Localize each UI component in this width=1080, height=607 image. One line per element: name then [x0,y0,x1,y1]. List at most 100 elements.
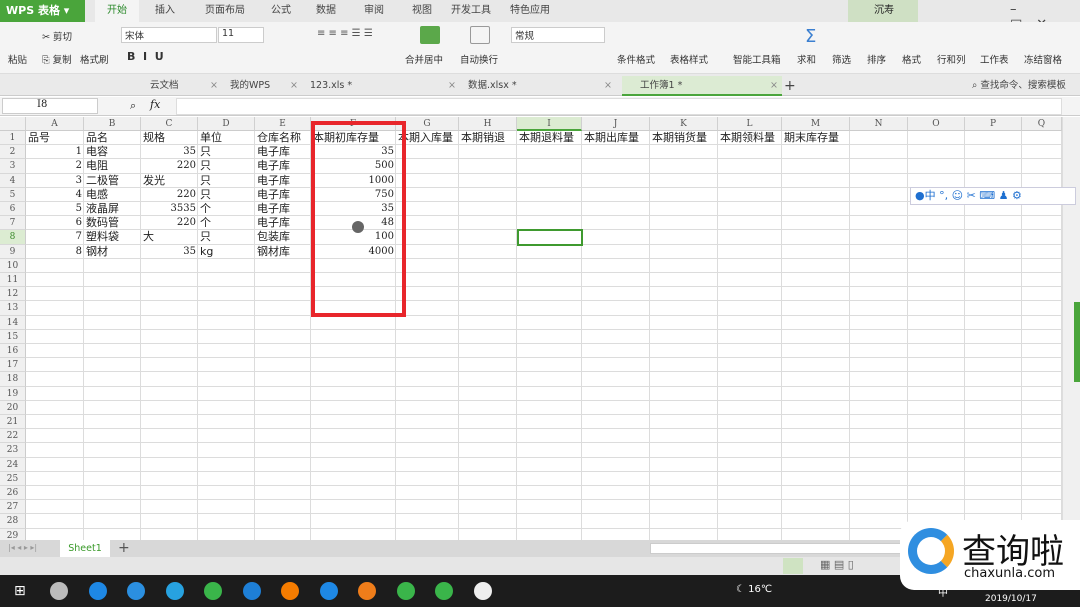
row-col-button[interactable]: 行和列 [937,52,966,66]
taskbar-app-icon[interactable] [396,582,415,600]
windows-start-icon[interactable]: ⊞ [14,583,26,599]
doc-tab-4[interactable]: 工作簿1 * × [622,76,782,96]
row-header[interactable]: 24 [0,457,26,472]
number-format-select[interactable]: 常规 [511,27,605,43]
row-header[interactable]: 23 [0,443,26,458]
row-header[interactable]: 8 [0,230,26,245]
row-header[interactable]: 14 [0,315,26,330]
vertical-scrollbar[interactable] [1062,117,1080,540]
worksheet-button[interactable]: 工作表 [980,52,1009,66]
cell-D2[interactable]: 只 [198,145,213,159]
cell-E2[interactable]: 电子库 [255,145,292,159]
wrap-text-button[interactable]: 自动换行 [460,52,498,66]
column-header-P[interactable]: P [965,117,1022,131]
row-header[interactable]: 29 [0,528,26,540]
row-header[interactable]: 3 [0,159,26,174]
menu-tab-2[interactable]: 页面布局 [192,0,258,22]
row-header[interactable]: 25 [0,471,26,486]
taskbar-app-icon[interactable] [319,582,338,600]
column-header-K[interactable]: K [650,117,718,131]
taskbar-app-icon[interactable] [281,582,299,600]
row-header[interactable]: 4 [0,173,26,188]
menu-tab-6[interactable]: 视图 [400,0,444,22]
column-header-D[interactable]: D [198,117,255,131]
cell-A8[interactable]: 7 [26,230,84,244]
menu-tab-0[interactable]: 开始 [95,0,139,22]
column-header-E[interactable]: E [255,117,311,131]
cell-C8[interactable]: 大 [141,230,156,244]
cell-C9[interactable]: 35 [141,245,198,259]
row-header[interactable]: 2 [0,145,26,160]
bold-button[interactable]: B I U [127,50,164,63]
cell-C3[interactable]: 220 [141,159,198,173]
menu-tab-1[interactable]: 插入 [140,0,190,22]
cell-B3[interactable]: 电阻 [84,159,110,173]
font-select[interactable]: 宋体 [121,27,217,43]
column-header-H[interactable]: H [459,117,517,131]
cell-E5[interactable]: 电子库 [255,188,292,202]
row-header[interactable]: 20 [0,400,26,415]
cell-A1[interactable]: 品号 [26,131,52,145]
cell-C1[interactable]: 规格 [141,131,167,145]
close-tab-icon[interactable]: × [290,76,298,96]
cell-C7[interactable]: 220 [141,216,198,230]
row-header[interactable]: 22 [0,429,26,444]
cell-A7[interactable]: 6 [26,216,84,230]
row-header[interactable]: 11 [0,273,26,288]
format-painter-button[interactable]: 格式刷 [80,52,109,66]
cell-B2[interactable]: 电容 [84,145,110,159]
close-tab-icon[interactable]: × [770,76,778,96]
formula-input[interactable] [176,98,1062,115]
row-header[interactable]: 9 [0,244,26,259]
conditional-format-button[interactable]: 条件格式 [617,52,655,66]
cell-D7[interactable]: 个 [198,216,213,230]
close-tab-icon[interactable]: × [448,76,456,96]
cell-J1[interactable]: 本期出库量 [582,131,641,145]
clock-date[interactable]: 2019/10/17 [985,594,1037,604]
column-header-Q[interactable]: Q [1022,117,1062,131]
cell-L1[interactable]: 本期领料量 [718,131,777,145]
row-header[interactable]: 12 [0,287,26,302]
doc-tab-1[interactable]: 我的WPS × [230,76,302,96]
cell-B6[interactable]: 液晶屏 [84,202,121,216]
cell-K1[interactable]: 本期销货量 [650,131,709,145]
add-sheet-button[interactable]: + [118,540,130,556]
normal-view-button[interactable] [783,558,803,574]
row-header[interactable]: 13 [0,301,26,316]
cell-D1[interactable]: 单位 [198,131,224,145]
font-size-select[interactable]: 11 [218,27,264,43]
cell-I1[interactable]: 本期退料量 [517,131,576,145]
menu-tab-7[interactable]: 开发工具 [445,0,497,22]
ime-toolbar[interactable]: ●中 °, ☺ ✂ ⌨ ♟ ⚙ [910,187,1076,205]
select-all-corner[interactable] [0,117,26,131]
column-header-L[interactable]: L [718,117,782,131]
cell-C2[interactable]: 35 [141,145,198,159]
column-header-B[interactable]: B [84,117,141,131]
taskbar-app-icon[interactable] [358,582,376,600]
user-account[interactable]: 沉寿 [848,0,918,22]
cell-E3[interactable]: 电子库 [255,159,292,173]
fx-button[interactable]: fx [150,98,160,111]
doc-tab-0[interactable]: 云文档 × [150,76,222,96]
column-header-O[interactable]: O [908,117,965,131]
row-header[interactable]: 10 [0,258,26,273]
close-tab-icon[interactable]: × [210,76,218,96]
format-button[interactable]: 格式 [902,52,921,66]
menu-tab-8[interactable]: 特色应用 [500,0,560,22]
taskbar-app-icon[interactable] [50,582,68,600]
sheet-nav-buttons[interactable]: |◂ ◂ ▸ ▸| [8,543,37,552]
search-command[interactable]: ⌕ 查找命令、搜索模板 [972,76,1066,96]
zoom-find-icon[interactable]: ⌕ [130,99,136,113]
close-tab-icon[interactable]: × [604,76,612,96]
row-header[interactable]: 17 [0,358,26,373]
taskbar-app-icon[interactable] [204,582,222,600]
cell-B8[interactable]: 塑料袋 [84,230,121,244]
row-header[interactable]: 1 [0,131,26,146]
cell-A9[interactable]: 8 [26,245,84,259]
cell-H1[interactable]: 本期销退 [459,131,507,145]
selected-cell-I8[interactable] [517,229,583,246]
taskbar-app-icon[interactable] [127,582,145,600]
taskbar-app-icon[interactable] [242,582,261,600]
cell-B9[interactable]: 钢材 [84,245,110,259]
row-header[interactable]: 18 [0,372,26,387]
